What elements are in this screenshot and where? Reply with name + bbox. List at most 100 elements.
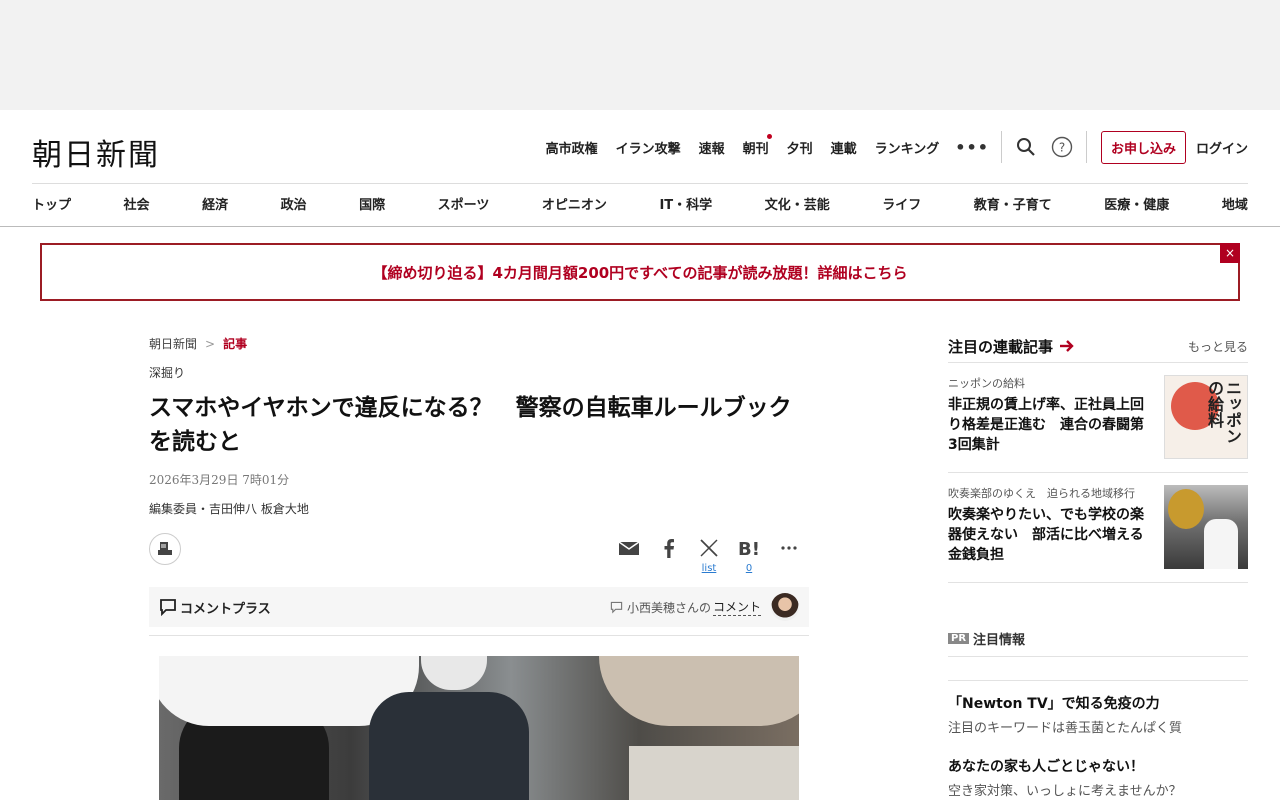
search-icon: [1016, 138, 1035, 156]
sidebar-card-thumbnail[interactable]: ニッポンの給料: [1164, 375, 1248, 459]
article-byline: 編集委員・吉田伸八 板倉大地: [149, 502, 309, 516]
comment-author-text: 小西美穂さんの: [626, 600, 711, 615]
thumb-shape: [1204, 519, 1238, 569]
share-x[interactable]: list: [689, 537, 729, 575]
breadcrumb-home[interactable]: 朝日新聞: [149, 335, 197, 352]
top-link-takaichi[interactable]: 高市政権: [546, 138, 598, 157]
sidebar-card[interactable]: 吹奏楽部のゆくえ 迫られる地域移行 吹奏楽やりたい、でも学校の楽器使えない 部活…: [948, 473, 1248, 583]
nav-item-life[interactable]: ライフ: [882, 194, 921, 213]
site-logo[interactable]: 朝日新聞: [32, 130, 160, 174]
pr-item-subtitle[interactable]: 注目のキーワードは善玉菌とたんぱく質: [948, 717, 1248, 736]
comment-icon: [610, 601, 623, 613]
pr-item-title[interactable]: あなたの家も人ごとじゃない！: [948, 757, 1248, 777]
sidebar-card-thumbnail[interactable]: [1164, 485, 1248, 569]
pr-item[interactable]: 「Newton TV」で知る免疫の力 注目のキーワードは善玉菌とたんぱく質: [948, 681, 1248, 736]
sidebar-card-headline[interactable]: 非正規の賃上げ率、正社員上回り格差是正進む 連合の春闘第3回集計: [948, 395, 1148, 455]
photo-shape: [421, 656, 487, 690]
promo-banner[interactable]: 【締め切り迫る】4カ月間月額200円ですべての記事が読み放題！詳細はこちら ×: [40, 243, 1240, 301]
comment-plus-author: 小西美穂さんの コメント: [610, 593, 799, 621]
sidebar-title[interactable]: 注目の連載記事: [948, 336, 1075, 357]
share-more[interactable]: [769, 537, 809, 575]
section-label[interactable]: 深掘り: [149, 364, 809, 381]
sidebar-card-category[interactable]: 吹奏楽部のゆくえ 迫られる地域移行: [948, 485, 1148, 501]
nav-item-politics[interactable]: 政治: [281, 194, 307, 213]
share-mail[interactable]: [609, 537, 649, 575]
photo-shape: [599, 656, 799, 726]
divider: [1085, 131, 1087, 163]
sidebar: 注目の連載記事 もっと見る ニッポンの給料 非正規の賃上げ率、正社員上回り格差是…: [948, 332, 1248, 799]
avatar[interactable]: [771, 593, 799, 621]
pr-spacer: [948, 657, 1248, 681]
comment-icon: [160, 599, 176, 616]
sidebar-more-link[interactable]: もっと見る: [1188, 338, 1248, 355]
article-photo[interactable]: [159, 656, 799, 800]
breadcrumb-separator: >: [205, 336, 216, 351]
nav-item-sports[interactable]: スポーツ: [438, 194, 490, 213]
pr-item[interactable]: あなたの家も人ごとじゃない！ 空き家対策、いっしょに考えませんか？: [948, 744, 1248, 799]
divider: [149, 635, 809, 636]
header-divider: [32, 183, 1248, 184]
thumb-title: ニッポンの給料: [1205, 380, 1242, 444]
svg-text:?: ?: [1059, 141, 1065, 155]
print-button[interactable]: [149, 533, 181, 565]
share-icons: list B! 0: [609, 537, 809, 575]
main-nav: トップ 社会 経済 政治 国際 スポーツ オピニオン IT・科学 文化・芸能 ラ…: [32, 194, 1248, 213]
article-title: スマホやイヤホンで違反になる？ 警察の自転車ルールブックを読むと: [149, 395, 792, 455]
photo-shape: [369, 692, 529, 800]
help-button[interactable]: ?: [1050, 135, 1074, 159]
top-link-iran[interactable]: イラン攻撃: [616, 138, 681, 157]
photo-shape: [629, 746, 799, 800]
article-date: 2026年3月29日 7時01分: [149, 473, 290, 487]
share-x-count[interactable]: list: [702, 563, 717, 575]
top-link-series[interactable]: 連載: [831, 138, 857, 157]
nav-item-education[interactable]: 教育・子育て: [974, 194, 1052, 213]
nav-item-international[interactable]: 国際: [359, 194, 385, 213]
promo-text[interactable]: 【締め切り迫る】4カ月間月額200円ですべての記事が読み放題！詳細はこちら: [372, 262, 907, 283]
pr-item-subtitle[interactable]: 空き家対策、いっしょに考えませんか？: [948, 780, 1248, 799]
arrow-right-icon: [1060, 340, 1074, 352]
pr-title: 注目情報: [973, 633, 1026, 648]
login-button[interactable]: ログイン: [1196, 138, 1248, 157]
hatena-bookmark-icon: B!: [738, 539, 760, 559]
share-hatena[interactable]: B! 0: [729, 537, 769, 575]
comment-plus-label: コメントプラス: [180, 601, 271, 617]
top-link-breaking[interactable]: 速報: [699, 138, 725, 157]
nav-item-it-science[interactable]: IT・科学: [659, 194, 712, 213]
share-hatena-count[interactable]: 0: [746, 563, 752, 575]
comment-plus-bar: コメントプラス 小西美穂さんの コメント: [149, 587, 809, 627]
share-facebook[interactable]: [649, 537, 689, 575]
top-link-evening[interactable]: 夕刊: [787, 138, 813, 157]
sidebar-card-headline[interactable]: 吹奏楽やりたい、でも学校の楽器使えない 部活に比べ増える金銭負担: [948, 505, 1148, 565]
comment-link[interactable]: コメント: [712, 598, 761, 616]
top-link-morning-label: 朝刊: [742, 141, 769, 157]
nav-item-top[interactable]: トップ: [32, 194, 71, 213]
divider: [1000, 131, 1002, 163]
close-icon[interactable]: ×: [1220, 243, 1240, 263]
x-icon: [700, 539, 718, 557]
search-button[interactable]: [1014, 135, 1038, 159]
nav-item-health[interactable]: 医療・健康: [1104, 194, 1169, 213]
subscribe-button[interactable]: お申し込み: [1100, 130, 1186, 164]
nav-item-culture[interactable]: 文化・芸能: [765, 194, 830, 213]
top-link-ranking[interactable]: ランキング: [875, 138, 940, 157]
nav-item-economy[interactable]: 経済: [202, 194, 228, 213]
pr-item-title[interactable]: 「Newton TV」で知る免疫の力: [948, 694, 1248, 714]
ad-banner-area: [0, 0, 1280, 110]
more-icon: [781, 546, 797, 550]
breadcrumb: 朝日新聞 > 記事: [149, 335, 809, 352]
nav-item-society[interactable]: 社会: [124, 194, 150, 213]
sidebar-title-text: 注目の連載記事: [948, 337, 1054, 356]
print-icon: [158, 542, 172, 555]
comment-plus-logo[interactable]: コメントプラス: [159, 598, 271, 617]
more-menu-button[interactable]: •••: [955, 138, 989, 157]
top-link-morning[interactable]: 朝刊: [742, 133, 772, 157]
sidebar-card[interactable]: ニッポンの給料 非正規の賃上げ率、正社員上回り格差是正進む 連合の春闘第3回集計…: [948, 363, 1248, 473]
svg-text:B!: B!: [738, 539, 760, 559]
sidebar-card-category[interactable]: ニッポンの給料: [948, 375, 1148, 391]
pr-section: PR 注目情報 「Newton TV」で知る免疫の力 注目のキーワードは善玉菌と…: [948, 629, 1248, 799]
sidebar-card-text: ニッポンの給料 非正規の賃上げ率、正社員上回り格差是正進む 連合の春闘第3回集計: [948, 375, 1148, 459]
pr-header: PR 注目情報: [948, 629, 1248, 648]
help-icon: ?: [1051, 136, 1073, 158]
nav-item-opinion[interactable]: オピニオン: [542, 194, 607, 213]
nav-item-local[interactable]: 地域: [1222, 194, 1248, 213]
